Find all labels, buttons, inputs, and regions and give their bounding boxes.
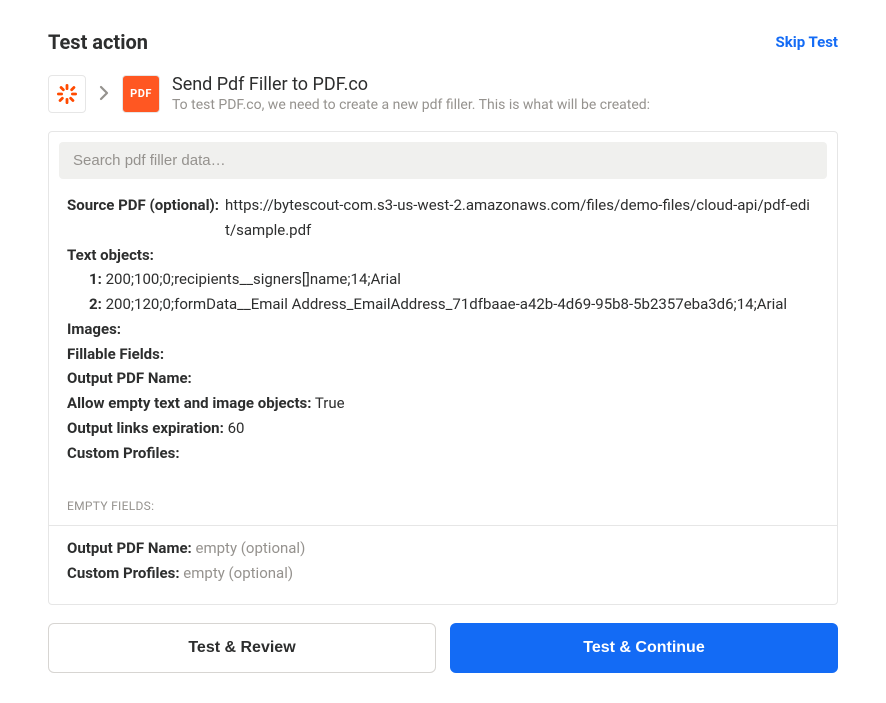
source-pdf-label: Source PDF (optional): <box>67 193 225 218</box>
text-object-value: 200;120;0;formData__Email Address_EmailA… <box>106 295 788 313</box>
output-links-value: 60 <box>228 419 245 437</box>
empty-fields-list: Output PDF Name: empty (optional) Custom… <box>49 526 837 604</box>
action-subtitle: To test PDF.co, we need to create a new … <box>172 97 650 113</box>
text-objects-label: Text objects: <box>67 246 154 264</box>
pdfco-icon-label: PDF <box>130 87 152 100</box>
text-object-index: 2: <box>89 295 102 313</box>
search-input[interactable] <box>59 142 827 179</box>
empty-custom-profiles-value: empty (optional) <box>183 564 293 582</box>
custom-profiles-label: Custom Profiles: <box>67 444 180 462</box>
test-continue-button[interactable]: Test & Continue <box>450 623 838 673</box>
skip-test-link[interactable]: Skip Test <box>776 33 839 51</box>
list-item: Custom Profiles: empty (optional) <box>67 561 819 586</box>
text-object-index: 1: <box>89 270 102 288</box>
zapier-burst-icon <box>55 82 79 106</box>
pdfco-icon: PDF <box>122 75 160 113</box>
output-links-label: Output links expiration: <box>67 419 224 437</box>
page-title: Test action <box>48 30 148 54</box>
allow-empty-label: Allow empty text and image objects: <box>67 394 311 412</box>
text-object-row: 2: 200;120;0;formData__Email Address_Ema… <box>67 292 819 317</box>
action-title: Send Pdf Filler to PDF.co <box>172 74 650 95</box>
chevron-right-icon <box>98 82 110 106</box>
empty-output-pdf-name-label: Output PDF Name: <box>67 539 192 557</box>
empty-output-pdf-name-value: empty (optional) <box>196 539 306 557</box>
source-pdf-value: https://bytescout-com.s3-us-west-2.amazo… <box>225 193 819 243</box>
text-object-row: 1: 200;100;0;recipients__signers[]name;1… <box>67 267 819 292</box>
list-item: Output PDF Name: empty (optional) <box>67 536 819 561</box>
images-label: Images: <box>67 320 121 338</box>
output-pdf-name-label: Output PDF Name: <box>67 369 192 387</box>
fields-list: Source PDF (optional): https://bytescout… <box>49 179 837 483</box>
empty-fields-header: EMPTY FIELDS: <box>49 483 837 513</box>
empty-custom-profiles-label: Custom Profiles: <box>67 564 180 582</box>
test-review-button[interactable]: Test & Review <box>48 623 436 673</box>
data-panel: Source PDF (optional): https://bytescout… <box>48 131 838 605</box>
action-header: PDF Send Pdf Filler to PDF.co To test PD… <box>48 74 838 113</box>
fillable-fields-label: Fillable Fields: <box>67 345 164 363</box>
text-object-value: 200;100;0;recipients__signers[]name;14;A… <box>106 270 401 288</box>
zapier-icon <box>48 75 86 113</box>
allow-empty-value: True <box>315 394 345 412</box>
